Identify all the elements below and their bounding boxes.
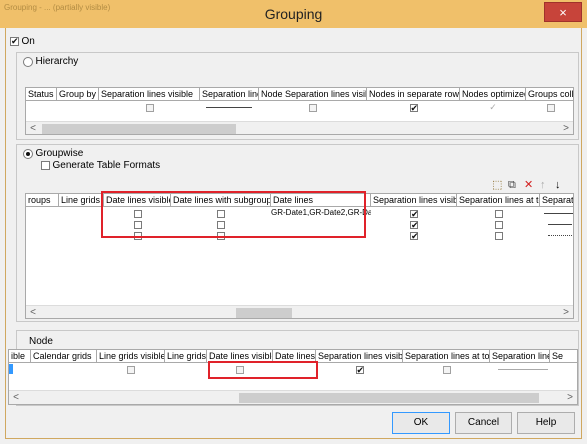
delete-icon[interactable]: ✕ <box>524 179 533 191</box>
node-separation-lines-checkbox[interactable] <box>309 103 317 112</box>
separation-line-sample <box>206 107 252 108</box>
close-button[interactable]: × <box>544 2 582 22</box>
column-header[interactable]: Separation lines visible <box>371 194 457 207</box>
hierarchy-grid[interactable]: Status Group by Separation lines visible… <box>25 87 574 135</box>
hierarchy-option[interactable]: Hierarchy <box>23 56 78 67</box>
scroll-left-icon[interactable]: < <box>9 391 23 404</box>
scroll-right-icon[interactable]: > <box>563 391 577 404</box>
column-header[interactable]: Separation lines at top <box>403 350 490 363</box>
separation-lines-visible-checkbox[interactable] <box>355 365 364 376</box>
separation-lines-visible-checkbox[interactable] <box>410 209 419 220</box>
separation-line-sample <box>498 369 548 370</box>
groupwise-scrollbar[interactable]: < > <box>26 305 573 318</box>
separation-lines-at-top-checkbox[interactable] <box>494 231 503 240</box>
column-header[interactable]: Se <box>550 350 577 363</box>
separation-lines-visible-checkbox[interactable] <box>410 231 419 242</box>
hierarchy-label: Hierarchy <box>35 56 79 67</box>
column-header[interactable]: Line grids <box>165 350 207 363</box>
column-header[interactable]: Calendar grids <box>31 350 97 363</box>
separation-line-sample <box>548 235 572 236</box>
separation-lines-at-top-checkbox[interactable] <box>442 365 451 374</box>
column-header[interactable]: ible <box>9 350 31 363</box>
column-header[interactable]: Separation lines visible <box>99 88 200 101</box>
copy-icon[interactable]: ⧉ <box>508 179 516 191</box>
hierarchy-group: Hierarchy Status Group by Separation lin… <box>16 52 579 140</box>
separation-line-sample <box>548 224 572 225</box>
nodes-optimized-check[interactable]: ✓ <box>460 102 526 112</box>
column-header[interactable]: Node Separation lines visible <box>259 88 367 101</box>
on-checkbox[interactable] <box>10 36 19 47</box>
column-header[interactable]: Separation line <box>490 350 550 363</box>
line-grids-visible-checkbox[interactable] <box>127 365 135 374</box>
groupwise-option[interactable]: Groupwise <box>23 148 83 159</box>
highlight-box <box>208 361 318 379</box>
scroll-thumb[interactable] <box>239 393 539 403</box>
column-header[interactable]: Line grids <box>59 194 104 207</box>
column-header[interactable]: roups <box>26 194 59 207</box>
window-title: Grouping <box>264 6 323 22</box>
nodes-in-separate-rows-checkbox[interactable] <box>409 103 418 114</box>
scroll-left-icon[interactable]: < <box>26 306 40 318</box>
column-header[interactable]: Groups colla <box>526 88 573 101</box>
groupwise-group: Groupwise Generate Table Formats ⬚ ⧉ ✕ ↑… <box>16 144 579 322</box>
separation-line-sample <box>544 213 573 214</box>
groups-collapsed-checkbox[interactable] <box>546 103 555 112</box>
separation-lines-at-top-checkbox[interactable] <box>494 209 503 218</box>
generate-table-formats-checkbox[interactable] <box>41 161 50 171</box>
move-down-icon[interactable]: ↓ <box>555 179 561 191</box>
generate-table-formats-label: Generate Table Formats <box>52 160 161 171</box>
column-header[interactable]: Status <box>26 88 57 101</box>
ok-button[interactable]: OK <box>392 412 450 434</box>
column-header[interactable]: Separation lines visible <box>316 350 403 363</box>
highlight-box <box>101 191 366 238</box>
grid-toolbar: ⬚ ⧉ ✕ ↑ ↓ <box>492 179 578 192</box>
cancel-button[interactable]: Cancel <box>455 412 512 434</box>
column-header[interactable]: Line grids visible <box>97 350 165 363</box>
node-scrollbar[interactable]: < > <box>9 390 577 404</box>
scroll-right-icon[interactable]: > <box>559 122 573 134</box>
column-header[interactable]: Nodes optimized <box>460 88 526 101</box>
hierarchy-radio[interactable] <box>23 56 33 67</box>
column-header[interactable]: Group by <box>57 88 99 101</box>
scroll-right-icon[interactable]: > <box>559 306 573 318</box>
hierarchy-scrollbar[interactable]: < > <box>26 121 573 134</box>
generate-table-formats-option[interactable]: Generate Table Formats <box>41 160 160 171</box>
title-bar: Grouping - ... (partially visible) Group… <box>0 0 587 28</box>
separation-lines-at-top-checkbox[interactable] <box>494 220 503 229</box>
separation-lines-visible-checkbox[interactable] <box>410 220 419 231</box>
groupwise-radio[interactable] <box>23 148 33 159</box>
help-button[interactable]: Help <box>517 412 575 434</box>
dialog-body: On Hierarchy Status Group by Separation … <box>5 28 582 439</box>
column-header[interactable]: Nodes in separate rows <box>367 88 460 101</box>
on-label: On <box>21 36 35 47</box>
table-row[interactable]: ✓ <box>26 102 573 114</box>
column-header[interactable]: Separation lines at top <box>457 194 540 207</box>
new-row-icon[interactable]: ⬚ <box>492 179 502 191</box>
on-option[interactable]: On <box>10 36 35 47</box>
scroll-left-icon[interactable]: < <box>26 122 40 134</box>
scroll-thumb[interactable] <box>42 124 236 134</box>
node-label: Node <box>29 336 53 347</box>
node-group: Node ible Calendar grids Line grids visi… <box>8 330 579 406</box>
column-header[interactable]: Separat <box>540 194 573 207</box>
groupwise-label: Groupwise <box>35 148 84 159</box>
separation-lines-visible-checkbox[interactable] <box>145 103 154 112</box>
column-header[interactable]: Separation line <box>200 88 259 101</box>
scroll-thumb[interactable] <box>236 308 292 318</box>
move-up-icon[interactable]: ↑ <box>540 179 546 191</box>
